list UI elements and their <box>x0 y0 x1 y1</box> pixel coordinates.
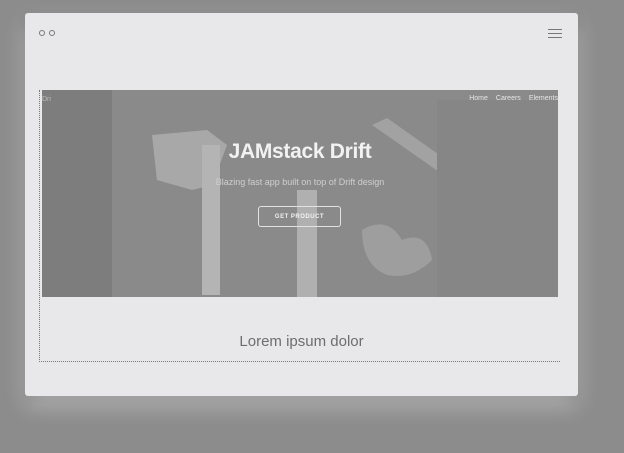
nav-link-careers[interactable]: Careers <box>496 95 521 102</box>
hero-nav: Home Careers Elements <box>469 95 558 102</box>
hero-title: JAMstack Drift <box>228 140 372 163</box>
hamburger-icon[interactable] <box>548 29 562 41</box>
nav-link-home[interactable]: Home <box>469 95 488 102</box>
brand-logo-fragment[interactable]: Dri <box>42 96 51 103</box>
window-control-dot-icon[interactable] <box>39 30 45 36</box>
get-product-button[interactable]: GET PRODUCT <box>258 206 341 227</box>
window-controls <box>39 30 55 36</box>
hero-background-image <box>42 90 558 297</box>
window-control-dot-icon[interactable] <box>49 30 55 36</box>
browser-window: Dri Home Careers Elements JAMstack Drift… <box>25 13 578 396</box>
hero-subtitle: Blazing fast app built on top of Drift d… <box>215 177 385 187</box>
nav-link-elements[interactable]: Elements <box>529 95 558 102</box>
section-heading: Lorem ipsum dolor <box>239 333 364 350</box>
hero-section: Dri Home Careers Elements JAMstack Drift… <box>42 90 558 297</box>
